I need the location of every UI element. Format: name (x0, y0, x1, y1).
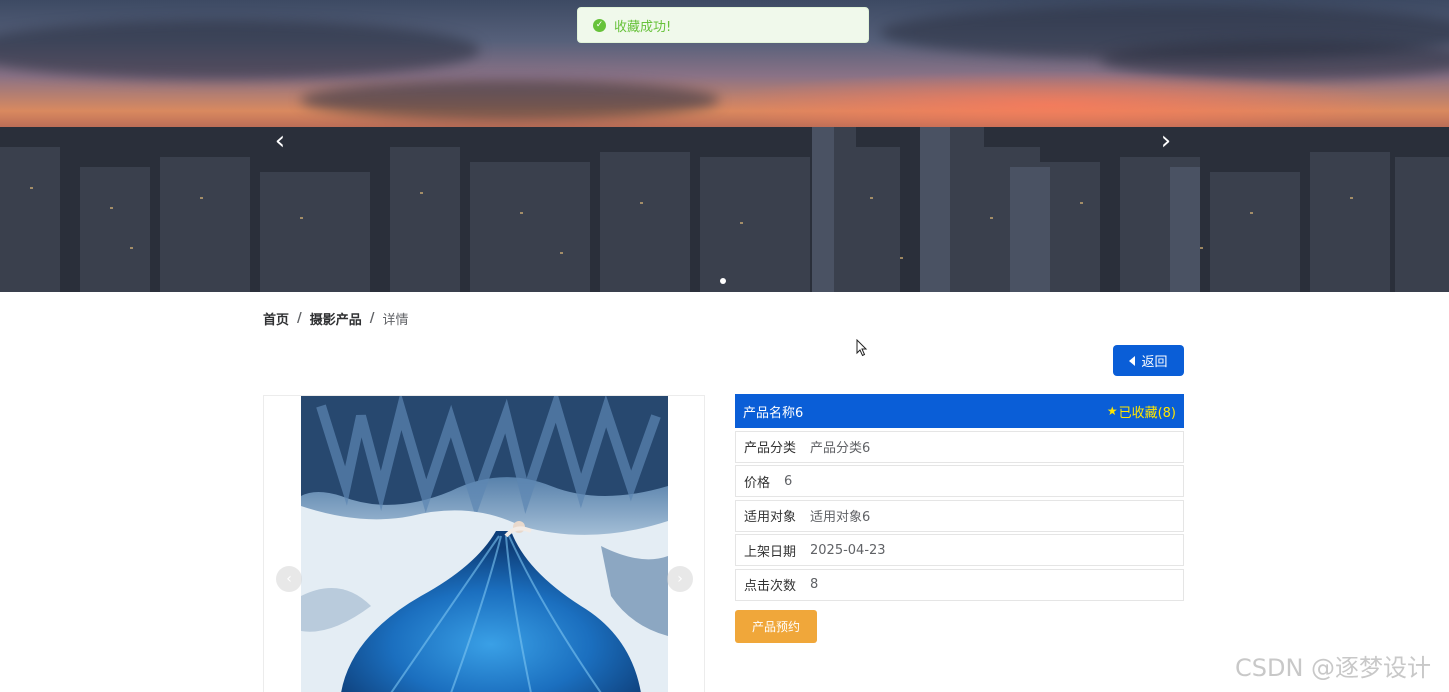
info-value: 8 (810, 577, 819, 592)
info-label: 上架日期 (744, 544, 797, 560)
breadcrumb-home-link[interactable]: 首页 (263, 309, 289, 328)
info-value: 2025-04-23 (810, 542, 886, 558)
info-label: 点击次数 (744, 579, 797, 594)
mouse-cursor-icon (856, 339, 868, 357)
banner-cloud (0, 20, 480, 80)
csdn-watermark: CSDN @逐梦设计 (1235, 654, 1432, 682)
product-photo (301, 396, 668, 692)
banner-prev-arrow[interactable]: ‹ (268, 128, 292, 154)
favorite-label: 已收藏(8) (1118, 405, 1176, 421)
breadcrumb: 首页 / 摄影产品 / 详情 (263, 309, 409, 328)
back-button[interactable]: 返回 (1113, 345, 1184, 376)
caret-left-icon (1129, 355, 1136, 366)
gallery-next-arrow[interactable]: › (667, 566, 693, 592)
info-row-listed-date: 上架日期 2025-04-23 (735, 534, 1184, 566)
banner-indicator-dot[interactable] (720, 278, 726, 284)
product-info-header: 产品名称6 ★ 已收藏(8) (735, 394, 1184, 428)
banner-cloud (300, 80, 720, 120)
product-photo-art (301, 396, 668, 692)
back-button-label: 返回 (1141, 355, 1168, 370)
product-image-carousel: ‹ › (263, 395, 705, 692)
chevron-right-icon: › (1160, 126, 1172, 156)
hero-banner-carousel: ‹ › (0, 0, 1449, 292)
product-info-panel: 产品名称6 ★ 已收藏(8) 产品分类 产品分类6 价格 6 适用对象 适用对象… (735, 394, 1184, 601)
favorite-button[interactable]: ★ 已收藏(8) (1107, 402, 1176, 421)
breadcrumb-current: 详情 (382, 313, 409, 328)
product-booking-button[interactable]: 产品预约 (735, 610, 817, 643)
chevron-left-icon: ‹ (286, 571, 292, 587)
toast-message: 收藏成功! (614, 19, 672, 35)
breadcrumb-section-link[interactable]: 摄影产品 (310, 309, 362, 328)
gallery-prev-arrow[interactable]: ‹ (276, 566, 302, 592)
info-value: 适用对象6 (810, 510, 871, 525)
info-row-click-count: 点击次数 8 (735, 568, 1184, 601)
info-label: 产品分类 (744, 441, 797, 456)
chevron-left-icon: ‹ (274, 126, 286, 156)
banner-cityscape-image (0, 127, 1449, 292)
banner-next-arrow[interactable]: › (1154, 128, 1178, 154)
info-row-category: 产品分类 产品分类6 (735, 430, 1184, 463)
info-value: 产品分类6 (810, 441, 871, 456)
info-label: 价格 (744, 475, 771, 491)
breadcrumb-separator: / (297, 311, 302, 326)
breadcrumb-separator: / (369, 311, 375, 326)
chevron-right-icon: › (677, 571, 683, 587)
star-icon: ★ (1106, 404, 1118, 418)
info-value: 6 (784, 473, 793, 489)
product-name: 产品名称6 (743, 405, 804, 421)
info-row-price: 价格 6 (735, 465, 1184, 497)
info-label: 适用对象 (744, 510, 797, 525)
check-circle-icon: ✓ (593, 18, 606, 32)
success-toast: ✓ 收藏成功! (577, 7, 869, 43)
info-row-audience: 适用对象 适用对象6 (735, 499, 1184, 532)
